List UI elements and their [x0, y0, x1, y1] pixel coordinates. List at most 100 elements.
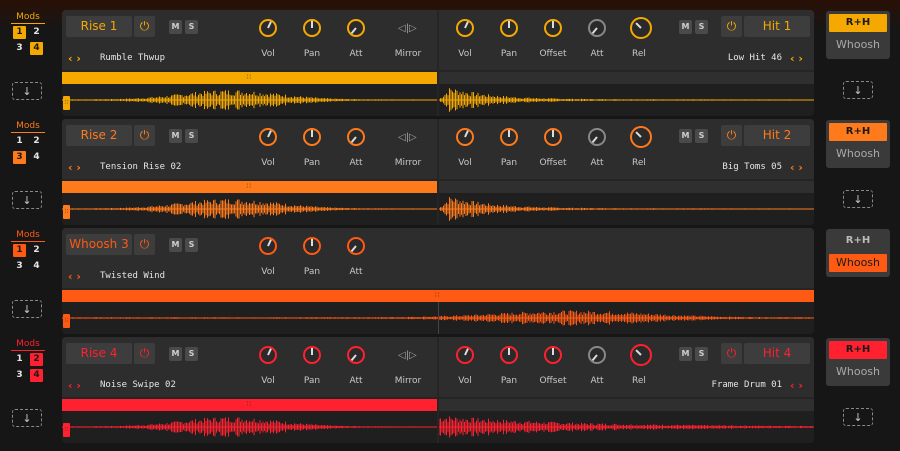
hit-pan-knob[interactable]	[500, 128, 518, 146]
riser-sample-prev-next[interactable]: ‹ ›	[68, 161, 81, 174]
hit-sample-prev-next[interactable]: ‹ ›	[790, 379, 803, 392]
riser-solo-button[interactable]: S	[185, 238, 198, 252]
hit-vol-knob[interactable]	[456, 128, 474, 146]
mods-down-arrow-button[interactable]: ↓	[12, 300, 42, 318]
mod-button-3[interactable]: 3	[13, 369, 26, 382]
riser-vol-knob[interactable]	[259, 346, 277, 364]
mod-button-3[interactable]: 3	[13, 151, 26, 164]
riser-name-button[interactable]: Rise 4	[66, 343, 132, 364]
mod-button-4[interactable]: 4	[30, 369, 43, 382]
riser-pan-knob[interactable]	[303, 128, 321, 146]
mod-button-4[interactable]: 4	[30, 260, 43, 273]
hit-att-knob[interactable]	[588, 346, 606, 364]
mirror-toggle[interactable]: ◁|▷	[398, 23, 417, 34]
mod-button-4[interactable]: 4	[30, 151, 43, 164]
riser-sample-prev-next[interactable]: ‹ ›	[68, 270, 81, 283]
mod-button-2[interactable]: 2	[30, 353, 43, 366]
lane-down-arrow-button[interactable]: ↓	[843, 408, 873, 426]
mod-button-2[interactable]: 2	[30, 135, 43, 148]
hit-vol-knob[interactable]	[456, 346, 474, 364]
riser-power-button[interactable]: ⏻	[134, 125, 155, 146]
hit-rel-knob[interactable]	[630, 126, 652, 148]
whoosh-mode-button[interactable]: Whoosh	[829, 145, 887, 163]
hit-rel-knob[interactable]	[630, 344, 652, 366]
waveform-handle[interactable]: ∷	[63, 96, 70, 110]
riser-vol-knob[interactable]	[259, 128, 277, 146]
hit-name-button[interactable]: Hit 2	[744, 125, 810, 146]
riser-mute-button[interactable]: M	[169, 129, 182, 143]
hit-vol-knob[interactable]	[456, 19, 474, 37]
hit-pan-knob[interactable]	[500, 19, 518, 37]
waveform-handle[interactable]: ∷	[63, 205, 70, 219]
riser-pan-knob[interactable]	[303, 346, 321, 364]
mod-button-4[interactable]: 4	[30, 42, 43, 55]
riser-power-button[interactable]: ⏻	[134, 16, 155, 37]
riser-pan-knob[interactable]	[303, 19, 321, 37]
riser-vol-knob[interactable]	[259, 237, 277, 255]
waveform-handle[interactable]: ∷	[63, 314, 70, 328]
hit-rel-knob[interactable]	[630, 17, 652, 39]
hit-pan-knob[interactable]	[500, 346, 518, 364]
hit-mute-button[interactable]: M	[679, 20, 692, 34]
hit-solo-button[interactable]: S	[695, 347, 708, 361]
timeline-bar[interactable]: ∷	[62, 72, 437, 84]
hit-mute-button[interactable]: M	[679, 347, 692, 361]
riser-vol-knob[interactable]	[259, 19, 277, 37]
riser-name-button[interactable]: Rise 1	[66, 16, 132, 37]
mod-button-1[interactable]: 1	[13, 26, 26, 39]
riser-solo-button[interactable]: S	[185, 129, 198, 143]
mirror-toggle[interactable]: ◁|▷	[398, 132, 417, 143]
rise-hit-mode-button[interactable]: R+H	[829, 14, 887, 32]
whoosh-mode-button[interactable]: Whoosh	[829, 254, 887, 272]
hit-solo-button[interactable]: S	[695, 20, 708, 34]
hit-sample-prev-next[interactable]: ‹ ›	[790, 52, 803, 65]
riser-att-knob[interactable]	[347, 237, 365, 255]
riser-solo-button[interactable]: S	[185, 347, 198, 361]
riser-mute-button[interactable]: M	[169, 20, 182, 34]
hit-name-button[interactable]: Hit 4	[744, 343, 810, 364]
whoosh-mode-button[interactable]: Whoosh	[829, 36, 887, 54]
hit-sample-prev-next[interactable]: ‹ ›	[790, 161, 803, 174]
riser-att-knob[interactable]	[347, 346, 365, 364]
mod-button-2[interactable]: 2	[30, 244, 43, 257]
riser-att-knob[interactable]	[347, 128, 365, 146]
riser-solo-button[interactable]: S	[185, 20, 198, 34]
hit-att-knob[interactable]	[588, 128, 606, 146]
lane-down-arrow-button[interactable]: ↓	[843, 190, 873, 208]
mirror-toggle[interactable]: ◁|▷	[398, 350, 417, 361]
mod-button-1[interactable]: 1	[13, 135, 26, 148]
rise-hit-mode-button[interactable]: R+H	[829, 341, 887, 359]
lane-down-arrow-button[interactable]: ↓	[843, 81, 873, 99]
mods-down-arrow-button[interactable]: ↓	[12, 82, 42, 100]
riser-name-button[interactable]: Whoosh 3	[66, 234, 132, 255]
hit-mute-button[interactable]: M	[679, 129, 692, 143]
mods-down-arrow-button[interactable]: ↓	[12, 191, 42, 209]
riser-power-button[interactable]: ⏻	[134, 234, 155, 255]
hit-offset-knob[interactable]	[544, 128, 562, 146]
waveform-handle[interactable]: ∷	[63, 423, 70, 437]
hit-power-button[interactable]: ⏻	[721, 125, 742, 146]
riser-mute-button[interactable]: M	[169, 347, 182, 361]
riser-power-button[interactable]: ⏻	[134, 343, 155, 364]
riser-name-button[interactable]: Rise 2	[66, 125, 132, 146]
mod-button-1[interactable]: 1	[13, 353, 26, 366]
rise-hit-mode-button[interactable]: R+H	[829, 123, 887, 141]
rise-hit-mode-button[interactable]: R+H	[829, 232, 887, 250]
timeline-bar[interactable]: ∷	[62, 399, 437, 411]
mods-down-arrow-button[interactable]: ↓	[12, 409, 42, 427]
mod-button-1[interactable]: 1	[13, 244, 26, 257]
hit-power-button[interactable]: ⏻	[721, 343, 742, 364]
hit-name-button[interactable]: Hit 1	[744, 16, 810, 37]
hit-offset-knob[interactable]	[544, 346, 562, 364]
mod-button-2[interactable]: 2	[30, 26, 43, 39]
riser-mute-button[interactable]: M	[169, 238, 182, 252]
riser-att-knob[interactable]	[347, 19, 365, 37]
riser-sample-prev-next[interactable]: ‹ ›	[68, 52, 81, 65]
whoosh-mode-button[interactable]: Whoosh	[829, 363, 887, 381]
riser-sample-prev-next[interactable]: ‹ ›	[68, 379, 81, 392]
mod-button-3[interactable]: 3	[13, 260, 26, 273]
hit-offset-knob[interactable]	[544, 19, 562, 37]
timeline-bar[interactable]: ∷	[62, 181, 437, 193]
timeline-bar[interactable]: ∷	[62, 290, 814, 302]
hit-power-button[interactable]: ⏻	[721, 16, 742, 37]
